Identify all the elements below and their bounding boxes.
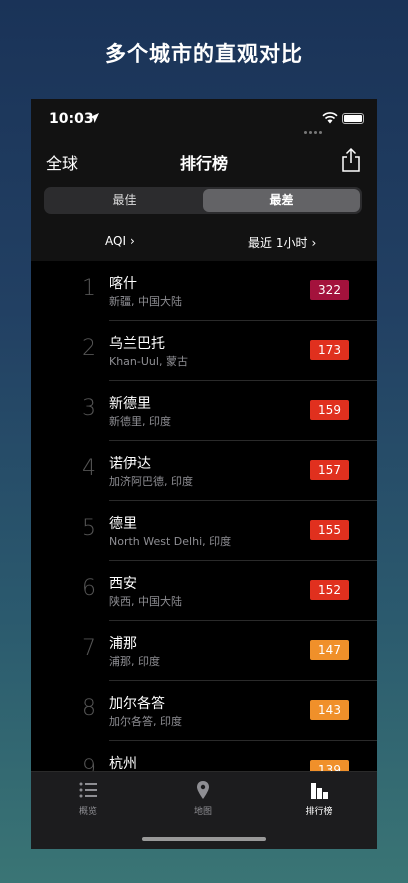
wifi-icon <box>322 112 338 124</box>
ranking-row[interactable]: 8 加尔各答 加尔各答, 印度 143 <box>31 681 377 741</box>
city-name: 杭州 <box>109 756 137 771</box>
city-region: 加尔各答, 印度 <box>109 715 182 728</box>
city-region: 加济阿巴德, 印度 <box>109 475 193 488</box>
city-name: 喀什 <box>109 276 137 292</box>
status-bar: 10:03 <box>31 99 377 139</box>
ranking-row[interactable]: 7 浦那 浦那, 印度 147 <box>31 621 377 681</box>
map-pin-icon <box>197 781 209 799</box>
rank-number: 5 <box>82 516 96 541</box>
tab-label: 排行榜 <box>305 807 333 817</box>
rank-number: 1 <box>82 276 96 301</box>
tab-overview[interactable]: 概览 <box>48 780 128 817</box>
filter-bar: AQI › 最近 1小时 › <box>31 223 377 259</box>
city-name: 诺伊达 <box>109 456 151 472</box>
tab-label: 地图 <box>193 807 212 817</box>
city-region: Khan-Uul, 蒙古 <box>109 355 188 368</box>
city-region: 新疆, 中国大陆 <box>109 295 182 308</box>
aqi-badge: 139 <box>310 760 349 771</box>
city-name: 加尔各答 <box>109 696 165 712</box>
aqi-badge: 157 <box>310 460 349 480</box>
aqi-badge: 147 <box>310 640 349 660</box>
chevron-right-icon: › <box>311 236 317 250</box>
city-name: 浦那 <box>109 636 137 652</box>
ranking-row[interactable]: 9 杭州 139 <box>31 741 377 771</box>
period-selector[interactable]: 最近 1小时 › <box>248 234 316 251</box>
rank-number: 2 <box>82 336 96 361</box>
battery-icon <box>342 113 364 124</box>
home-indicator <box>142 837 266 841</box>
ranking-row[interactable]: 1 喀什 新疆, 中国大陆 322 <box>31 261 377 321</box>
tab-map[interactable]: 地图 <box>163 780 243 817</box>
rank-number: 7 <box>82 636 96 661</box>
aqi-badge: 155 <box>310 520 349 540</box>
rank-number: 3 <box>82 396 96 421</box>
aqi-badge: 152 <box>310 580 349 600</box>
city-region: North West Delhi, 印度 <box>109 535 232 548</box>
ranking-row[interactable]: 6 西安 陕西, 中国大陆 152 <box>31 561 377 621</box>
segment-best[interactable]: 最佳 <box>46 189 203 212</box>
city-name: 新德里 <box>109 396 151 412</box>
tab-bar: 概览 地图 排行榜 <box>31 771 377 849</box>
list-icon <box>79 782 97 798</box>
city-name: 西安 <box>109 576 137 592</box>
chevron-right-icon: › <box>129 234 135 248</box>
status-time: 10:03 <box>49 111 94 127</box>
headline: 多个城市的直观对比 <box>105 42 303 66</box>
nav-bar: 全球 排行榜 <box>31 139 377 181</box>
share-icon[interactable] <box>340 147 362 173</box>
rank-number: 4 <box>82 456 96 481</box>
city-region: 新德里, 印度 <box>109 415 171 428</box>
city-region: 浦那, 印度 <box>109 655 160 668</box>
tab-ranking[interactable]: 排行榜 <box>279 780 359 817</box>
rank-number: 9 <box>82 756 96 771</box>
period-label: 最近 1小时 <box>248 236 308 250</box>
location-arrow-icon <box>89 113 99 123</box>
ranking-row[interactable]: 3 新德里 新德里, 印度 159 <box>31 381 377 441</box>
city-region: 陕西, 中国大陆 <box>109 595 182 608</box>
metric-selector[interactable]: AQI › <box>105 234 135 248</box>
segment-worst[interactable]: 最差 <box>203 189 360 212</box>
aqi-badge: 322 <box>310 280 349 300</box>
page-title: 排行榜 <box>179 154 228 173</box>
best-worst-segmented-control: 最佳 最差 <box>44 187 362 214</box>
aqi-badge: 159 <box>310 400 349 420</box>
signal-dots-icon <box>304 119 324 138</box>
phone-screen: 10:03 全球 排行榜 最佳 最差 AQI › 最近 1小时 › 1 喀什 新… <box>31 99 377 849</box>
ranking-bars-icon <box>311 783 328 799</box>
ranking-list: 1 喀什 新疆, 中国大陆 322 2 乌兰巴托 Khan-Uul, 蒙古 17… <box>31 261 377 771</box>
aqi-badge: 143 <box>310 700 349 720</box>
rank-number: 6 <box>82 576 96 601</box>
rank-number: 8 <box>82 696 96 721</box>
ranking-row[interactable]: 4 诺伊达 加济阿巴德, 印度 157 <box>31 441 377 501</box>
ranking-row[interactable]: 5 德里 North West Delhi, 印度 155 <box>31 501 377 561</box>
city-name: 乌兰巴托 <box>109 336 165 352</box>
city-name: 德里 <box>109 516 137 532</box>
ranking-row[interactable]: 2 乌兰巴托 Khan-Uul, 蒙古 173 <box>31 321 377 381</box>
tab-label: 概览 <box>78 807 97 817</box>
metric-label: AQI <box>105 234 126 248</box>
aqi-badge: 173 <box>310 340 349 360</box>
